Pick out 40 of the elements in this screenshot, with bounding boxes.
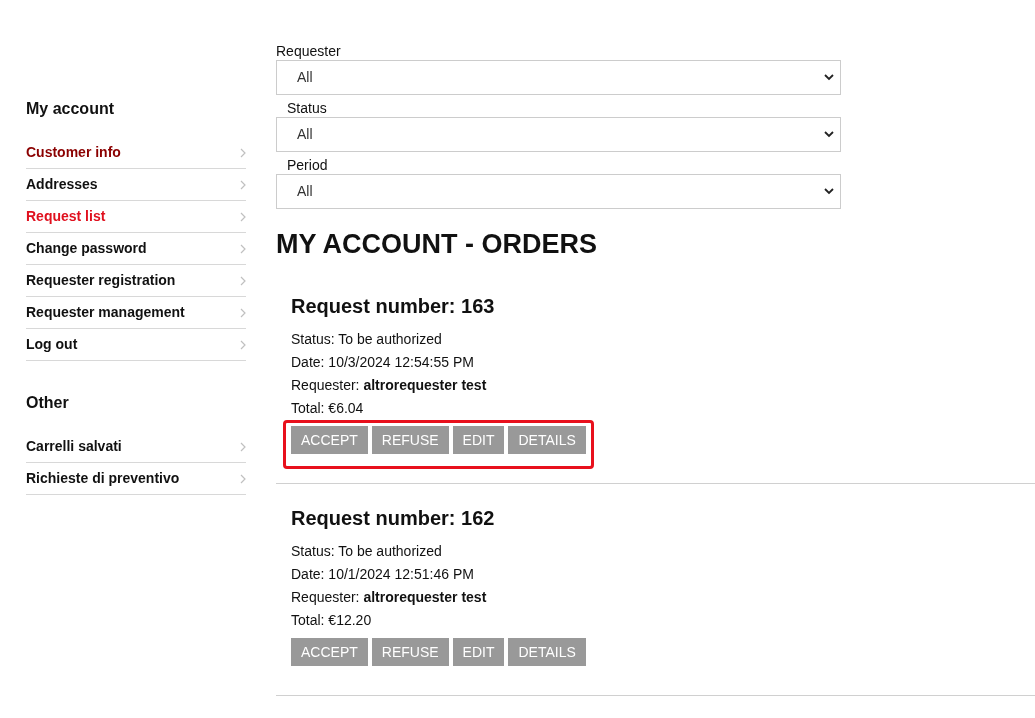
chevron-right-icon [240, 147, 246, 158]
filter-label: Requester [276, 43, 342, 60]
filter-dropdown[interactable]: All [276, 174, 841, 209]
sidebar-link[interactable]: Log out [26, 329, 246, 361]
sidebar-link[interactable]: Request list [26, 201, 246, 233]
page-title: MY ACCOUNT - ORDERS [276, 228, 598, 261]
chevron-right-icon [240, 179, 246, 190]
chevron-right-icon [240, 243, 246, 254]
sidebar-heading: My account [26, 99, 115, 119]
request-detail: Requester: altrorequester test [291, 588, 488, 607]
filter-label: Period [286, 157, 329, 174]
chevron-right-icon [240, 211, 246, 222]
chevron-right-icon [240, 275, 246, 286]
sidebar-link[interactable]: Customer info [26, 137, 246, 169]
chevron-right-icon [240, 307, 246, 318]
request-detail: Requester: altrorequester test [291, 376, 488, 395]
sidebar-link[interactable]: Requester registration [26, 265, 246, 297]
request-detail: Total: €12.20 [291, 611, 373, 630]
request-detail: Status: To be authorized [291, 542, 443, 561]
sidebar-link[interactable]: Change password [26, 233, 246, 265]
sidebar-link[interactable]: Requester management [26, 297, 246, 329]
request-detail: Status: To be authorized [291, 330, 443, 349]
sidebar-link[interactable]: Richieste di preventivo [26, 463, 246, 495]
filter-label: Status [286, 100, 328, 117]
request-title: Request number: 163 [291, 294, 496, 319]
request-detail: Date: 10/1/2024 12:51:46 PM [291, 565, 475, 584]
filter-dropdown[interactable]: All [276, 117, 841, 152]
chevron-down-icon [824, 74, 834, 81]
request-detail: Date: 10/3/2024 12:54:55 PM [291, 353, 475, 372]
chevron-right-icon [240, 339, 246, 350]
chevron-right-icon [240, 441, 246, 452]
sidebar-link[interactable]: Carrelli salvati [26, 431, 246, 463]
sidebar-heading: Other [26, 393, 70, 413]
chevron-right-icon [240, 473, 246, 484]
chevron-down-icon [824, 188, 834, 195]
request-title: Request number: 162 [291, 506, 496, 531]
sidebar-link[interactable]: Addresses [26, 169, 246, 201]
request-detail: Total: €6.04 [291, 399, 365, 418]
chevron-down-icon [824, 131, 834, 138]
filter-dropdown[interactable]: All [276, 60, 841, 95]
